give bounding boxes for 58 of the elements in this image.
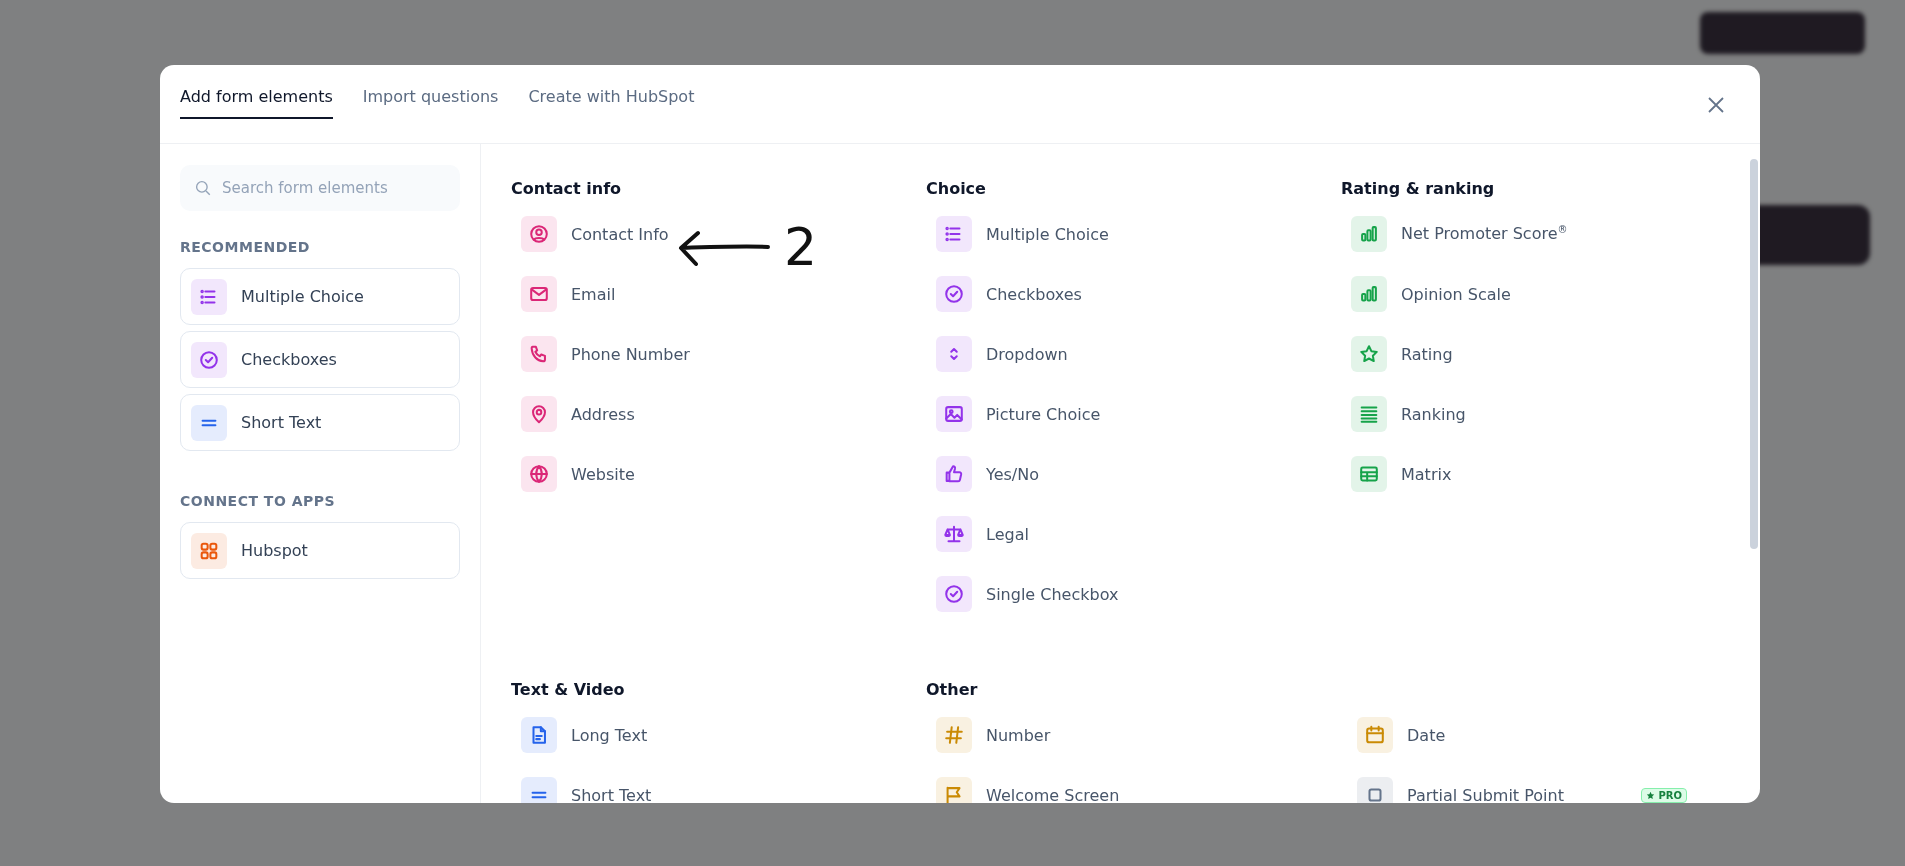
section-heading: Other xyxy=(926,680,979,699)
section-heading: Contact info xyxy=(511,179,623,198)
scales-icon xyxy=(936,516,972,552)
element-item[interactable]: Yes/No xyxy=(926,456,1341,492)
scrollbar-thumb[interactable] xyxy=(1750,159,1758,549)
lines-icon xyxy=(1351,396,1387,432)
close-icon[interactable] xyxy=(1706,95,1726,115)
tab[interactable]: Import questions xyxy=(362,83,499,119)
thumbs-up-icon xyxy=(936,456,972,492)
list-icon xyxy=(936,216,972,252)
grid-icon xyxy=(191,532,227,569)
element-item[interactable]: Address xyxy=(511,396,926,432)
section-heading: CONNECT TO APPS xyxy=(180,493,337,509)
tab[interactable]: Add form elements xyxy=(180,83,333,119)
annotation-number: 2 xyxy=(784,219,818,275)
element-item[interactable]: Short Text xyxy=(511,777,926,803)
element-item[interactable]: Dropdown xyxy=(926,336,1341,372)
document-icon xyxy=(521,717,557,753)
chevrons-icon xyxy=(936,336,972,372)
element-card[interactable]: Checkboxes xyxy=(180,331,460,388)
pro-badge: PRO xyxy=(1641,787,1687,803)
section-heading: RECOMMENDED xyxy=(180,239,311,255)
tab[interactable]: Create with HubSpot xyxy=(528,83,695,119)
globe-icon xyxy=(521,456,557,492)
list-icon xyxy=(191,278,227,315)
element-item[interactable]: Single Checkbox xyxy=(926,576,1341,612)
section-heading: Rating & ranking xyxy=(1341,179,1496,198)
bar-chart-icon xyxy=(1351,216,1387,252)
element-item[interactable]: Date xyxy=(1347,717,1687,753)
element-item[interactable]: Email xyxy=(511,276,926,312)
phone-icon xyxy=(521,336,557,372)
element-item[interactable]: Website xyxy=(511,456,926,492)
map-pin-icon xyxy=(521,396,557,432)
element-card[interactable]: Short Text xyxy=(180,394,460,451)
lines-icon xyxy=(521,777,557,803)
section-heading: Text & Video xyxy=(511,680,626,699)
element-item[interactable]: Partial Submit Point PRO xyxy=(1347,777,1687,803)
element-item[interactable]: Number xyxy=(926,717,1347,753)
image-icon xyxy=(936,396,972,432)
element-card[interactable]: Multiple Choice xyxy=(180,268,460,325)
hash-icon xyxy=(936,717,972,753)
element-card[interactable]: Hubspot xyxy=(180,522,460,579)
search-field[interactable]: Search form elements xyxy=(180,165,460,211)
element-item[interactable]: Checkboxes xyxy=(926,276,1341,312)
flag-icon xyxy=(936,777,972,803)
section-heading: Choice xyxy=(926,179,987,198)
element-item[interactable]: Picture Choice xyxy=(926,396,1341,432)
calendar-icon xyxy=(1357,717,1393,753)
element-item[interactable]: Legal xyxy=(926,516,1341,552)
element-item[interactable]: Phone Number xyxy=(511,336,926,372)
square-icon xyxy=(1357,777,1393,803)
table-icon xyxy=(1351,456,1387,492)
envelope-icon xyxy=(521,276,557,312)
element-item[interactable]: Long Text xyxy=(511,717,926,753)
lines-icon xyxy=(191,404,227,441)
element-item[interactable]: Welcome Screen xyxy=(926,777,1347,803)
bar-chart-icon xyxy=(1351,276,1387,312)
element-item[interactable]: Multiple Choice xyxy=(926,216,1341,252)
